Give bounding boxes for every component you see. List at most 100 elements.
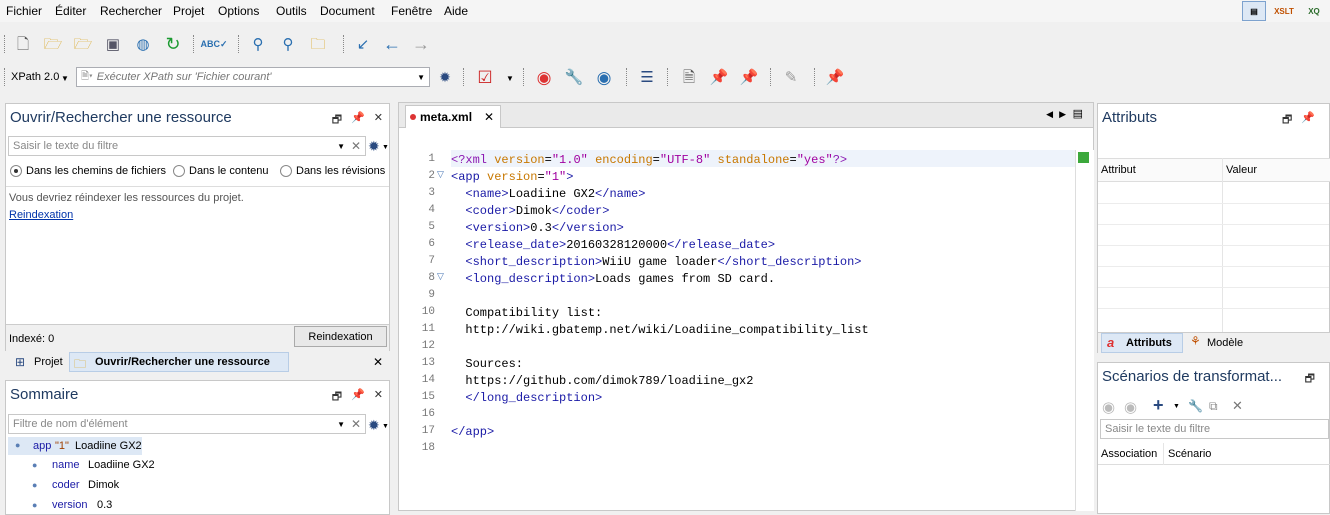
code-line[interactable]: 18 [399,442,1075,459]
tab-open-resource[interactable]: 🗀 Ouvrir/Rechercher une ressource [69,352,289,372]
column-valeur[interactable]: Valeur [1226,164,1257,176]
restore-icon[interactable]: 🗗 [1282,111,1292,130]
menu-fenetre[interactable]: Fenêtre [391,4,432,18]
new-file-icon[interactable]: 🗋 [12,33,34,55]
debug-icon[interactable]: ◉ [593,66,615,88]
pin-icon[interactable]: 📌 [351,111,365,130]
menu-document[interactable]: Document [320,4,375,18]
unpin-icon[interactable]: 📌 [824,66,846,88]
menu-aide[interactable]: Aide [444,4,468,18]
code-line[interactable]: 1 <?xml version="1.0" encoding="UTF-8" st… [399,153,1075,170]
radio-content[interactable]: Dans le contenu [173,165,269,177]
code-line[interactable]: 5 <version>0.3</version> [399,221,1075,238]
resource-filter-input[interactable]: Saisir le texte du filtre ▼ ✕ [8,136,366,156]
code-line[interactable]: 3 <name>Loadiine GX2</name> [399,187,1075,204]
code-line[interactable]: 6 <release_date>20160328120000</release_… [399,238,1075,255]
validate-icon[interactable]: ☑ [474,66,496,88]
settings-icon[interactable]: ✹ [368,417,380,434]
chevron-down-icon[interactable]: ▼ [61,74,69,83]
schema-icon[interactable]: 🗎 [678,66,700,88]
code-line[interactable]: 7 <short_description>WiiU game loader</s… [399,255,1075,272]
chevron-down-icon[interactable]: ▼ [506,74,514,83]
reload-icon[interactable]: ↻ [162,33,184,55]
code-line[interactable]: 4 <coder>Dimok</coder> [399,204,1075,221]
last-edit-icon[interactable]: ↙ [352,33,374,55]
close-icon[interactable]: ✕ [374,388,383,407]
code-line[interactable]: 13 Sources: [399,357,1075,374]
close-icon[interactable]: ✕ [484,110,494,124]
debug-icon[interactable]: ◉ [1124,398,1137,416]
format-indent-icon[interactable]: ☰ [636,66,658,88]
clear-icon[interactable]: ✕ [351,417,361,431]
edit-icon[interactable]: ✎ [780,66,802,88]
code-line[interactable]: 9 [399,289,1075,306]
edit-icon[interactable]: 🔧 [1188,399,1203,413]
save-icon[interactable]: ▣ [102,33,124,55]
code-line[interactable]: 8 ▽ <long_description>Loads games from SD… [399,272,1075,289]
configure-scenario-icon[interactable]: 🔧 [563,66,585,88]
overview-ruler[interactable] [1075,150,1094,511]
element-filter-input[interactable]: Filtre de nom d'élément ▼ ✕ [8,414,366,434]
chevron-down-icon[interactable]: ▼ [382,144,389,151]
search-icon[interactable]: ⚲ [247,33,269,55]
restore-icon[interactable]: 🗗 [1305,370,1315,389]
tab-list-icon[interactable]: ▤ [1073,107,1083,120]
run-icon[interactable]: ◉ [1102,398,1115,416]
chevron-down-icon[interactable]: ▼ [417,73,425,82]
editor-perspective-icon[interactable]: ▤ [1242,1,1266,21]
code-line[interactable]: 12 [399,340,1075,357]
menu-projet[interactable]: Projet [173,4,204,18]
tab-projet[interactable]: Projet [34,356,63,368]
scenario-filter-input[interactable]: Saisir le texte du filtre [1100,419,1329,439]
code-line[interactable]: 10 Compatibility list: [399,306,1075,323]
outline-root[interactable]: ● app "1" Loadiine GX2 [8,437,142,455]
tab-left-icon[interactable]: ◀ [1046,109,1053,120]
tab-attributs[interactable]: a Attributs [1101,333,1183,353]
tab-right-icon[interactable]: ▶ [1059,109,1066,120]
save-remote-icon[interactable]: ◍ [132,33,154,55]
menu-options[interactable]: Options [218,4,259,18]
pin-green-icon[interactable]: 📌 [738,66,760,88]
fold-icon[interactable]: ▽ [437,170,444,180]
back-arrow-icon[interactable]: ← [381,33,403,55]
code-line[interactable]: 16 [399,408,1075,425]
run-transform-icon[interactable]: ◉ [533,66,555,88]
column-attribut[interactable]: Attribut [1101,164,1136,176]
folder-search-icon[interactable]: 🗀 [307,33,329,55]
tab-modele[interactable]: Modèle [1207,337,1243,349]
reindex-button[interactable]: Reindexation [294,326,387,347]
forward-arrow-icon[interactable]: → [410,33,432,55]
close-icon[interactable]: ✕ [373,355,383,369]
chevron-down-icon[interactable]: ▼ [1173,403,1180,410]
xpath-version-select[interactable]: XPath 2.0 [11,71,59,83]
settings-icon[interactable]: ✹ [368,138,380,155]
chevron-down-icon[interactable]: ▼ [337,420,345,429]
chevron-down-icon[interactable]: ▼ [382,423,389,430]
column-association[interactable]: Association [1101,448,1157,460]
xpath-settings-icon[interactable]: ✹ [434,66,456,88]
radio-file-paths[interactable]: Dans les chemins de fichiers [10,165,166,177]
xpath-input[interactable]: 🗎▾ Exécuter XPath sur 'Fichier courant' … [76,67,430,87]
tab-meta-xml[interactable]: meta.xml ✕ [405,105,501,128]
pin-icon[interactable]: 📌 [351,388,365,407]
menu-fichier[interactable]: Fichier [6,4,42,18]
menu-rechercher[interactable]: Rechercher [100,4,162,18]
code-line[interactable]: 17 </app> [399,425,1075,442]
menu-editer[interactable]: Éditer [55,4,86,18]
xquery-perspective-icon[interactable]: XQ [1302,1,1326,21]
radio-revisions[interactable]: Dans les révisions [280,165,385,177]
clear-icon[interactable]: ✕ [351,139,361,153]
chevron-down-icon[interactable]: ▼ [337,142,345,151]
reindex-link[interactable]: Reindexation [9,209,73,221]
duplicate-icon[interactable]: ⧉ [1209,399,1218,414]
column-scenario[interactable]: Scénario [1168,448,1211,460]
menu-outils[interactable]: Outils [276,4,307,18]
add-icon[interactable]: + [1153,395,1164,416]
fold-icon[interactable]: ▽ [437,272,444,282]
xslt-perspective-icon[interactable]: XSLT [1272,1,1296,21]
pin-icon[interactable]: 📌 [1301,111,1315,130]
code-line[interactable]: 2 ▽ <app version="1"> [399,170,1075,187]
find-in-files-icon[interactable]: ⚲ [277,33,299,55]
close-icon[interactable]: ✕ [374,111,383,130]
restore-icon[interactable]: 🗗 [332,388,342,407]
